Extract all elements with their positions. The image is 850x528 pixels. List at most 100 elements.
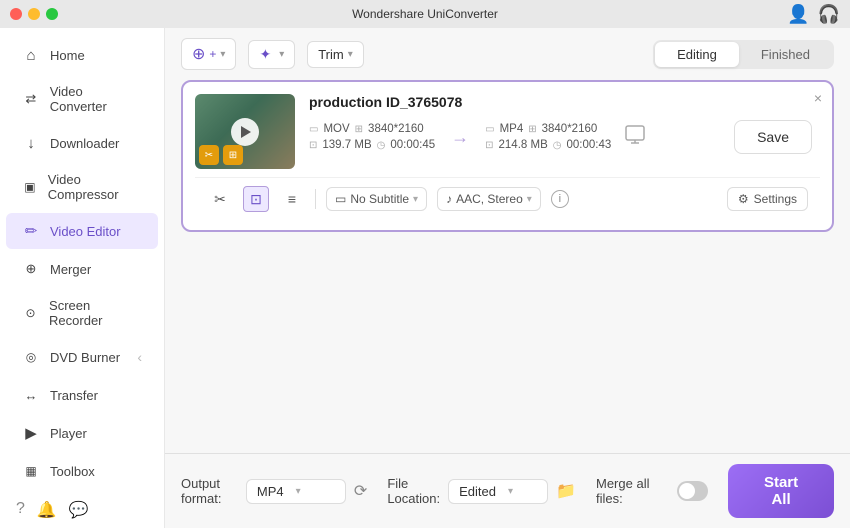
list-tool[interactable]: ≡ bbox=[279, 186, 305, 212]
output-resolution: 3840*2160 bbox=[542, 123, 598, 135]
sidebar-item-video-converter[interactable]: ⇄ Video Converter bbox=[6, 75, 158, 123]
source-duration-icon: ◷ bbox=[377, 140, 386, 151]
source-resolution: 3840*2160 bbox=[368, 123, 424, 135]
trim-icon: ✂ bbox=[199, 145, 219, 165]
sidebar-item-transfer[interactable]: ↔ Transfer bbox=[6, 377, 158, 413]
home-icon: ⌂ bbox=[22, 46, 40, 64]
output-format-label: Output format: bbox=[181, 476, 238, 506]
export-icon bbox=[623, 123, 647, 147]
notification-icon[interactable]: 🔔 bbox=[37, 500, 57, 520]
close-button[interactable] bbox=[10, 8, 22, 20]
output-meta: ▭ MP4 ⊞ 3840*2160 ⊡ 214.8 MB ◷ 00:00:43 bbox=[485, 123, 611, 151]
scan-icon[interactable]: ⟳ bbox=[354, 481, 367, 501]
transfer-icon: ↔ bbox=[22, 386, 40, 404]
headset-icon[interactable]: 🎧 bbox=[818, 4, 840, 25]
source-format-row: ▭ MOV ⊞ 3840*2160 bbox=[309, 123, 435, 135]
crop-tool[interactable]: ⊡ bbox=[243, 186, 269, 212]
output-size-icon: ⊡ bbox=[485, 140, 493, 151]
thumbnail-icons: ✂ ⊞ bbox=[199, 145, 243, 165]
cut-tool[interactable]: ✂ bbox=[207, 186, 233, 212]
bottom-bar: Output format: MP4 ▾ ⟳ File Location: Ed… bbox=[165, 453, 850, 528]
window-controls bbox=[10, 8, 58, 20]
player-icon: ▶ bbox=[22, 424, 40, 442]
sidebar-label-home: Home bbox=[50, 48, 85, 63]
effects-button[interactable]: ✦ ▾ bbox=[248, 40, 295, 69]
sidebar-label-video-compressor: Video Compressor bbox=[48, 172, 142, 202]
sidebar-label-downloader: Downloader bbox=[50, 136, 119, 151]
settings-button[interactable]: ⚙ Settings bbox=[727, 187, 808, 211]
save-button[interactable]: Save bbox=[734, 120, 812, 154]
play-button[interactable] bbox=[231, 118, 259, 146]
feedback-icon[interactable]: 💬 bbox=[69, 500, 89, 520]
sidebar-label-video-converter: Video Converter bbox=[50, 84, 142, 114]
add-file-button[interactable]: ⊕ + ▾ bbox=[181, 38, 236, 70]
output-size: 214.8 MB bbox=[499, 139, 548, 151]
folder-icon[interactable]: 📁 bbox=[556, 481, 576, 501]
sidebar-item-home[interactable]: ⌂ Home bbox=[6, 37, 158, 73]
merge-label: Merge all files: bbox=[596, 476, 669, 506]
minimize-button[interactable] bbox=[28, 8, 40, 20]
trim-button[interactable]: Trim ▾ bbox=[307, 41, 364, 68]
sidebar-label-toolbox: Toolbox bbox=[50, 464, 95, 479]
tab-editing[interactable]: Editing bbox=[655, 42, 739, 67]
subtitle-select[interactable]: ▭ No Subtitle ▾ bbox=[326, 187, 427, 211]
toolbar-divider bbox=[315, 189, 316, 209]
sidebar-item-screen-recorder[interactable]: ⊙ Screen Recorder bbox=[6, 289, 158, 337]
file-location-field: File Location: Edited ▾ 📁 bbox=[387, 476, 576, 506]
top-toolbar: ⊕ + ▾ ✦ ▾ Trim ▾ Editing Finished bbox=[165, 28, 850, 80]
output-format-caret-icon: ▾ bbox=[296, 486, 301, 497]
sidebar-label-video-editor: Video Editor bbox=[50, 224, 121, 239]
file-location-select[interactable]: Edited ▾ bbox=[448, 479, 548, 504]
tab-group: Editing Finished bbox=[653, 40, 834, 69]
maximize-button[interactable] bbox=[46, 8, 58, 20]
edit-toolbar: ✂ ⊡ ≡ ▭ No Subtitle ▾ ♪ AAC, Stereo ▾ i … bbox=[195, 177, 820, 218]
source-size: 139.7 MB bbox=[322, 139, 371, 151]
file-location-value: Edited bbox=[459, 484, 496, 499]
video-compressor-icon: ▣ bbox=[22, 178, 38, 196]
merge-toggle[interactable] bbox=[677, 481, 708, 501]
subtitle-icon: ▭ bbox=[335, 192, 346, 206]
output-duration: 00:00:43 bbox=[566, 139, 611, 151]
sidebar: ⌂ Home ⇄ Video Converter ↓ Downloader ▣ … bbox=[0, 28, 165, 528]
video-converter-icon: ⇄ bbox=[22, 90, 40, 108]
toolbox-icon: ▦ bbox=[22, 462, 40, 480]
sidebar-item-merger[interactable]: ⊕ Merger bbox=[6, 251, 158, 287]
sidebar-item-toolbox[interactable]: ▦ Toolbox bbox=[6, 453, 158, 489]
output-format: MP4 bbox=[500, 123, 524, 135]
user-icon[interactable]: 👤 bbox=[787, 4, 809, 25]
sidebar-item-video-compressor[interactable]: ▣ Video Compressor bbox=[6, 163, 158, 211]
dvd-burner-icon: ◎ bbox=[22, 348, 40, 366]
sidebar-item-video-editor[interactable]: ✏ Video Editor bbox=[6, 213, 158, 249]
app-title: Wondershare UniConverter bbox=[352, 7, 498, 21]
settings-label: Settings bbox=[754, 192, 797, 206]
audio-select[interactable]: ♪ AAC, Stereo ▾ bbox=[437, 187, 541, 211]
info-button[interactable]: i bbox=[551, 190, 569, 208]
output-format-field: Output format: MP4 ▾ ⟳ bbox=[181, 476, 367, 506]
settings-gear-icon: ⚙ bbox=[738, 192, 749, 206]
video-thumbnail[interactable]: ✂ ⊞ bbox=[195, 94, 295, 169]
source-duration: 00:00:45 bbox=[390, 139, 435, 151]
file-card-close-button[interactable]: × bbox=[814, 90, 822, 106]
merge-field: Merge all files: bbox=[596, 476, 708, 506]
file-card-top: ✂ ⊞ production ID_3765078 ▭ MOV ⊞ bbox=[195, 94, 820, 169]
sidebar-item-player[interactable]: ▶ Player bbox=[6, 415, 158, 451]
sidebar-label-merger: Merger bbox=[50, 262, 91, 277]
content-spacer bbox=[165, 232, 850, 453]
output-format-select[interactable]: MP4 ▾ bbox=[246, 479, 346, 504]
subtitle-label: No Subtitle bbox=[350, 192, 409, 206]
effects-caret-icon: ▾ bbox=[279, 49, 284, 60]
subtitle-caret-icon: ▾ bbox=[413, 194, 418, 205]
sidebar-label-screen-recorder: Screen Recorder bbox=[49, 298, 142, 328]
help-icon[interactable]: ? bbox=[16, 500, 25, 520]
screen-recorder-icon: ⊙ bbox=[22, 304, 39, 322]
titlebar-icons: 👤 🎧 bbox=[787, 4, 840, 25]
effects-icon: ✦ bbox=[259, 46, 271, 63]
sidebar-item-downloader[interactable]: ↓ Downloader bbox=[6, 125, 158, 161]
arrow-right-icon: → bbox=[451, 127, 469, 148]
start-all-button[interactable]: Start All bbox=[728, 464, 834, 518]
tab-finished[interactable]: Finished bbox=[739, 42, 832, 67]
file-meta: ▭ MOV ⊞ 3840*2160 ⊡ 139.7 MB ◷ 00:00:45 bbox=[309, 120, 820, 154]
merger-icon: ⊕ bbox=[22, 260, 40, 278]
sidebar-item-dvd-burner[interactable]: ◎ DVD Burner ‹ bbox=[6, 339, 158, 375]
titlebar: Wondershare UniConverter 👤 🎧 bbox=[0, 0, 850, 28]
